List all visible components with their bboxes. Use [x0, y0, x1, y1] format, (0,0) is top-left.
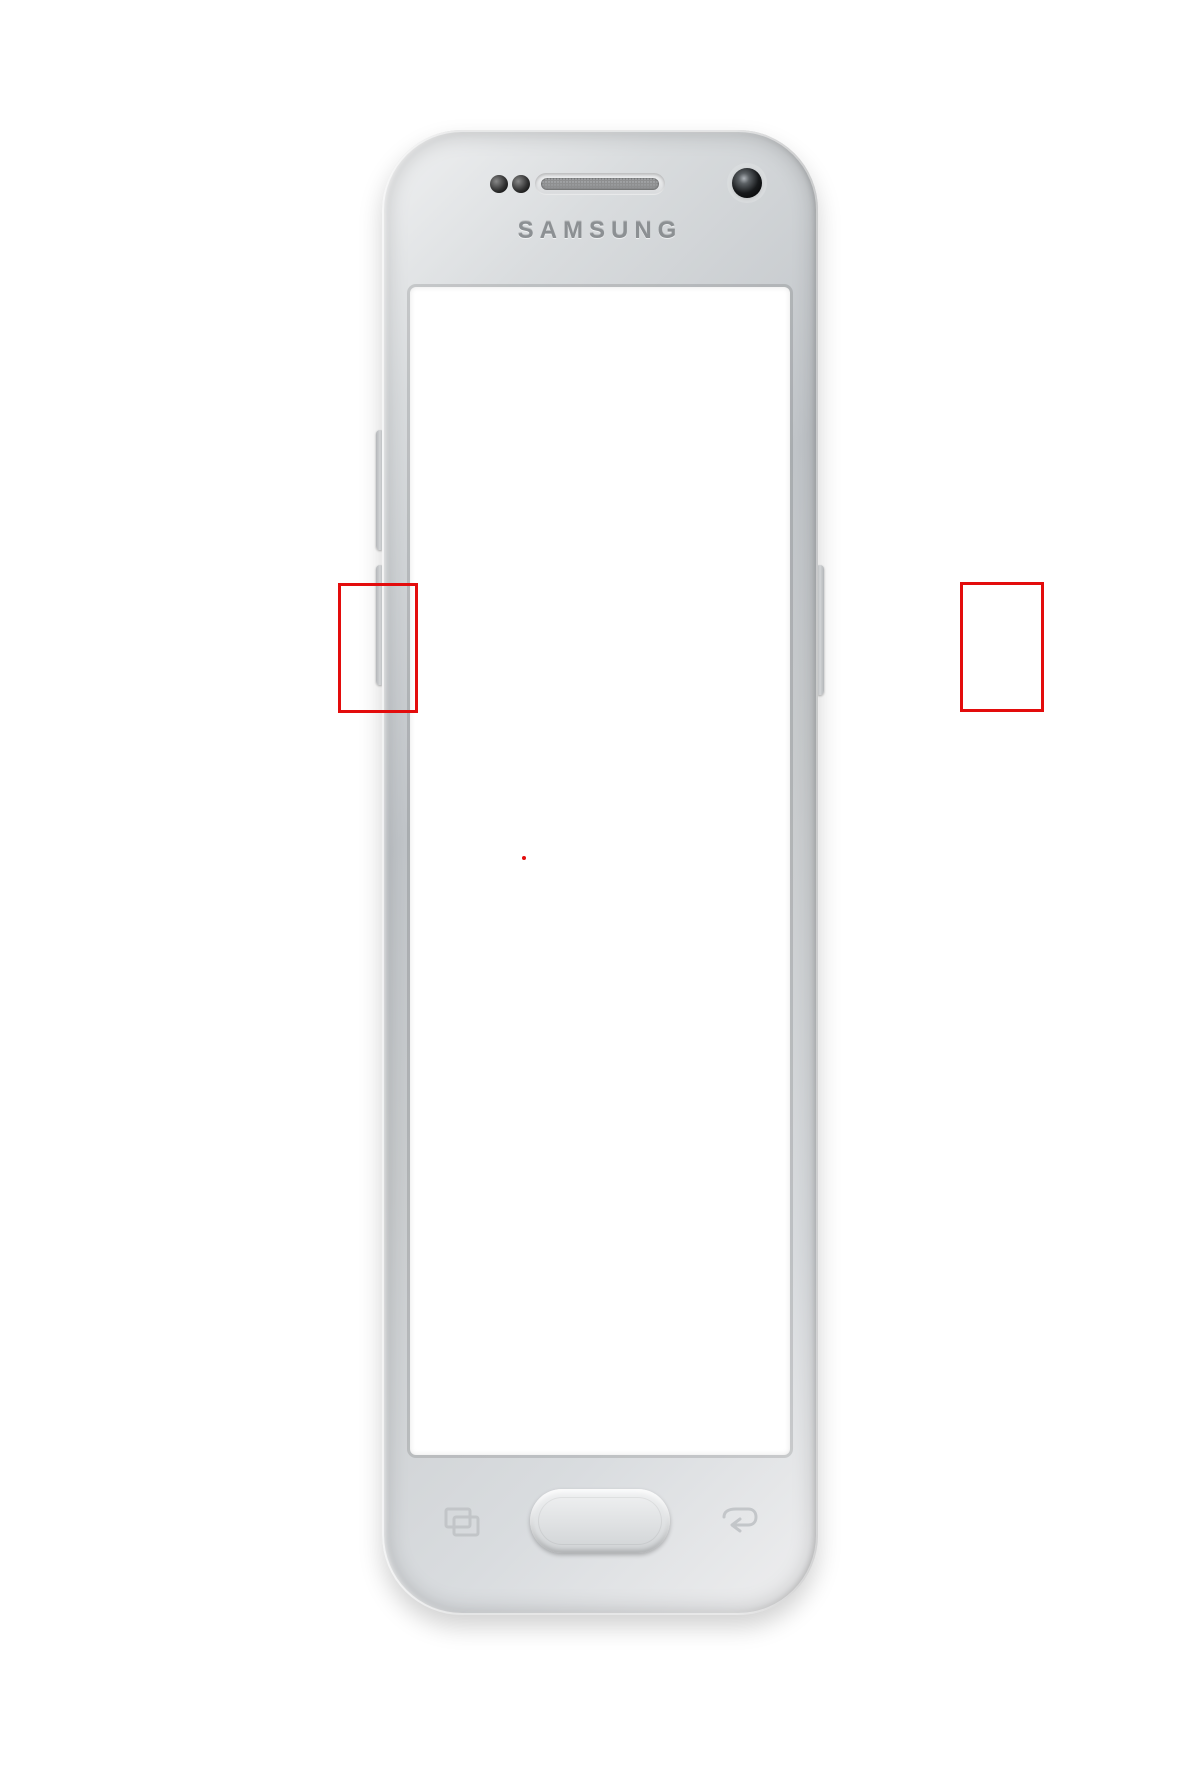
- recent-apps-icon: [442, 1505, 482, 1537]
- phone-top-bezel: SAMSUNG: [382, 165, 819, 285]
- callout-power-button: [960, 582, 1044, 712]
- marker-dot-icon: [522, 856, 526, 860]
- phone-screen: [410, 287, 790, 1454]
- light-sensor-icon: [512, 175, 530, 193]
- callout-volume-down: [338, 583, 418, 713]
- home-button: [530, 1489, 670, 1553]
- smartphone-diagram: SAMSUNG: [230, 130, 970, 1630]
- phone-bottom-bezel: [382, 1475, 819, 1585]
- front-camera-icon: [732, 168, 762, 198]
- earpiece-speaker: [535, 173, 665, 195]
- proximity-sensor-icon: [490, 175, 508, 193]
- speaker-grille-icon: [541, 178, 659, 190]
- back-icon: [718, 1505, 758, 1537]
- phone-body: SAMSUNG: [382, 130, 819, 1615]
- brand-label: SAMSUNG: [382, 217, 819, 245]
